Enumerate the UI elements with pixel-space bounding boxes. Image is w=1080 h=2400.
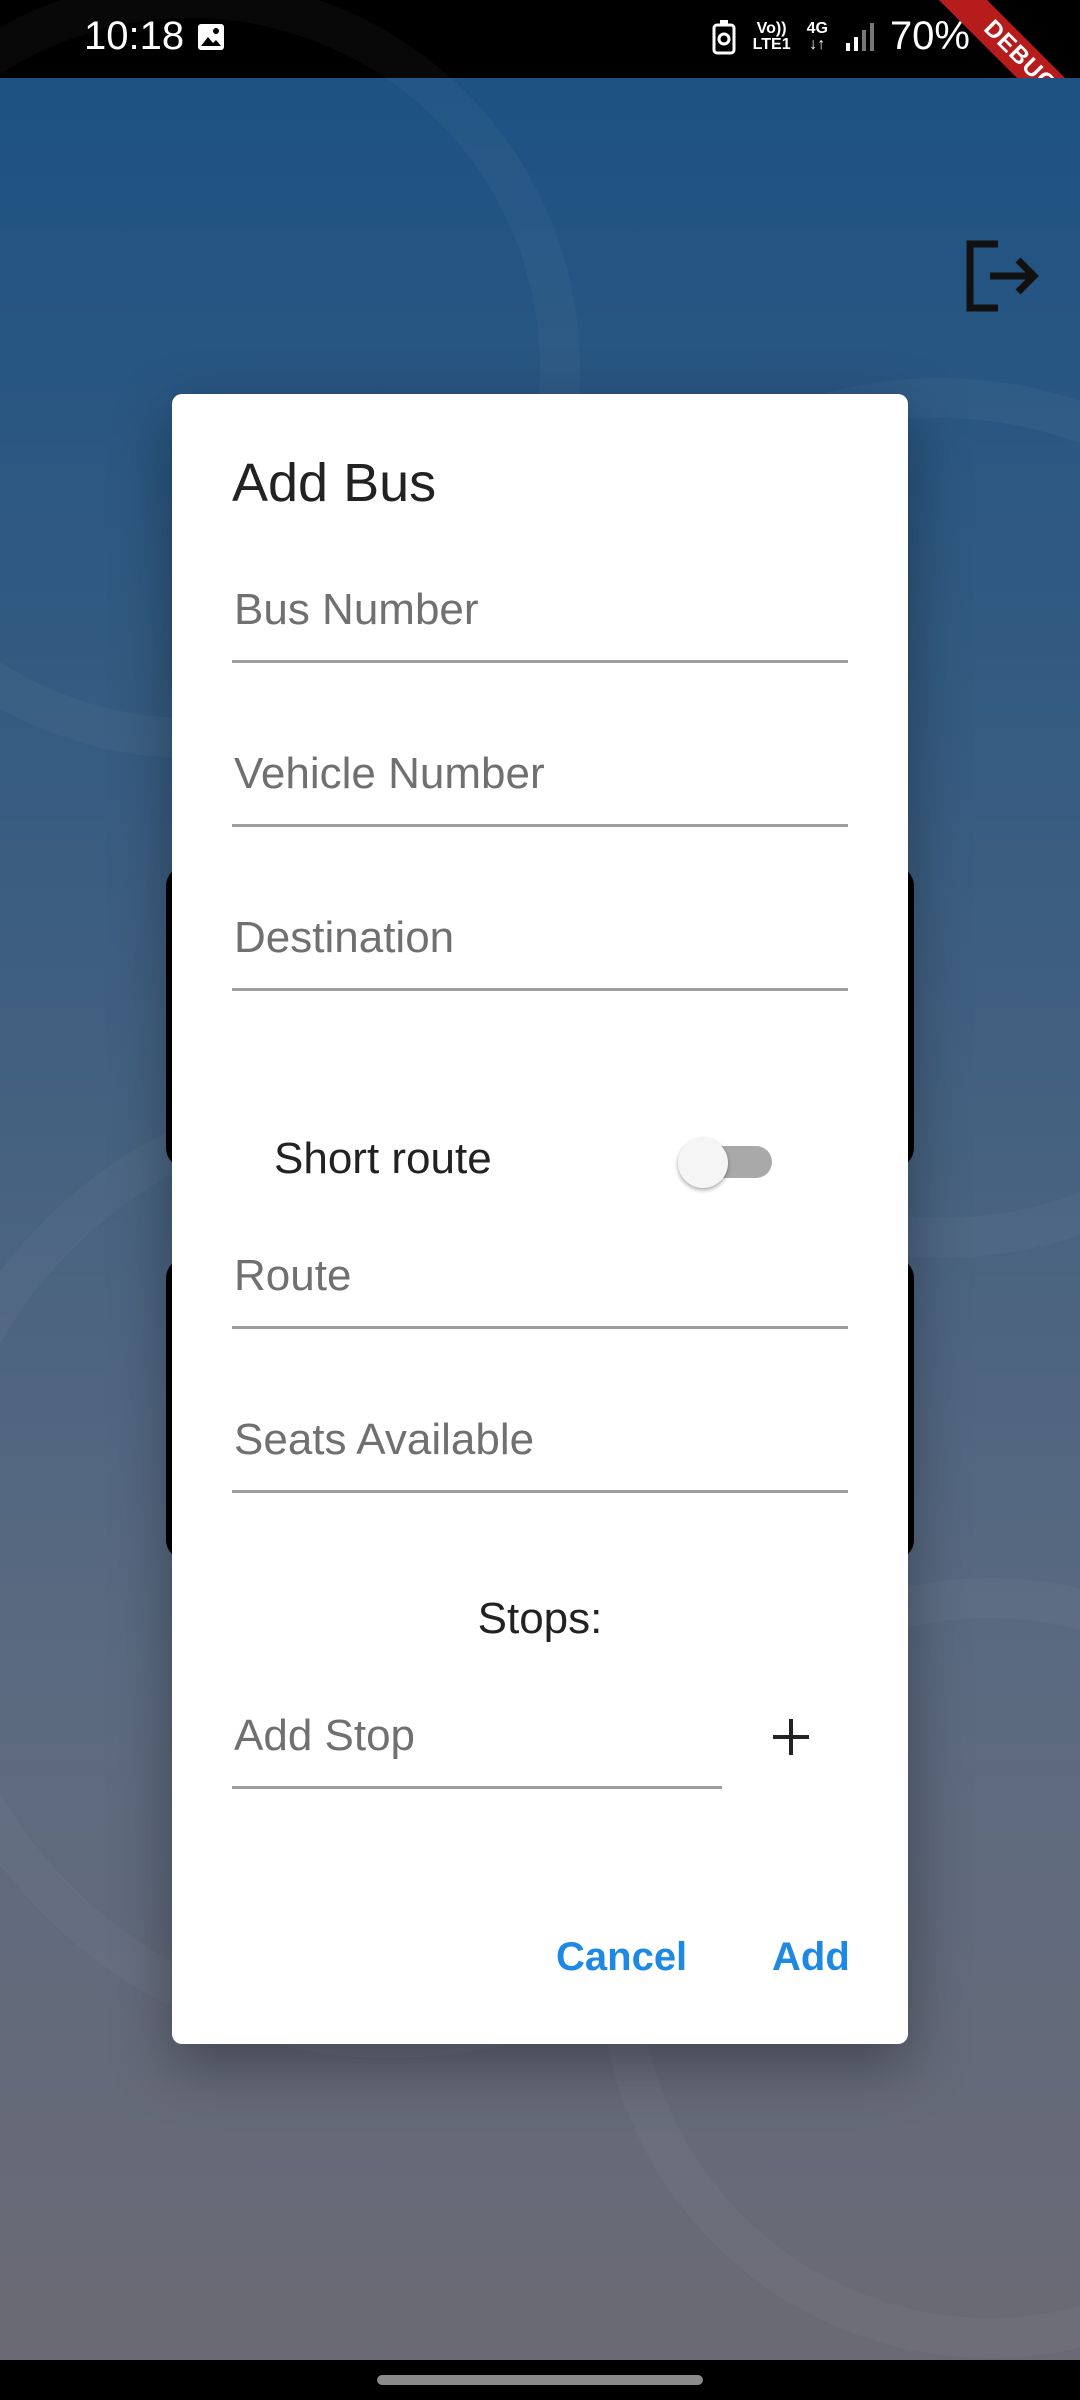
seats-available-field [232,1370,848,1493]
route-input[interactable] [232,1206,848,1326]
short-route-switch[interactable] [678,1138,772,1188]
home-gesture-handle[interactable] [377,2375,703,2385]
add-bus-dialog: Add Bus Short route Stops: Cancel Add [172,394,908,2044]
short-route-label: Short route [274,1134,492,1183]
logout-icon[interactable] [962,236,1042,316]
seats-available-input[interactable] [232,1370,848,1490]
status-indicators: Vo)) LTE1 4G ↓↑ 70% [711,14,970,59]
destination-input[interactable] [232,868,848,988]
short-route-row: Short route [274,1130,794,1190]
destination-field [232,868,848,991]
add-stop-input[interactable] [232,1666,722,1786]
battery-percent: 70% [889,14,970,58]
bus-number-input[interactable] [232,540,848,660]
vehicle-number-field [232,704,848,827]
vehicle-number-input[interactable] [232,704,848,824]
dialog-title: Add Bus [232,453,437,513]
route-field [232,1206,848,1329]
volte-indicator: Vo)) LTE1 [752,19,791,53]
bus-number-field [232,540,848,663]
switch-thumb [678,1138,728,1188]
add-stop-field [232,1666,722,1789]
signal-icon [845,22,874,51]
add-stop-button[interactable] [756,1702,826,1772]
add-button[interactable]: Add [766,1934,856,1981]
stops-heading: Stops: [477,1594,603,1643]
plus-icon [773,1719,809,1755]
data-saver-icon [712,19,736,54]
navigation-bar [0,2360,1080,2400]
cancel-button[interactable]: Cancel [550,1934,693,1981]
network-type: 4G ↓↑ [806,19,828,53]
